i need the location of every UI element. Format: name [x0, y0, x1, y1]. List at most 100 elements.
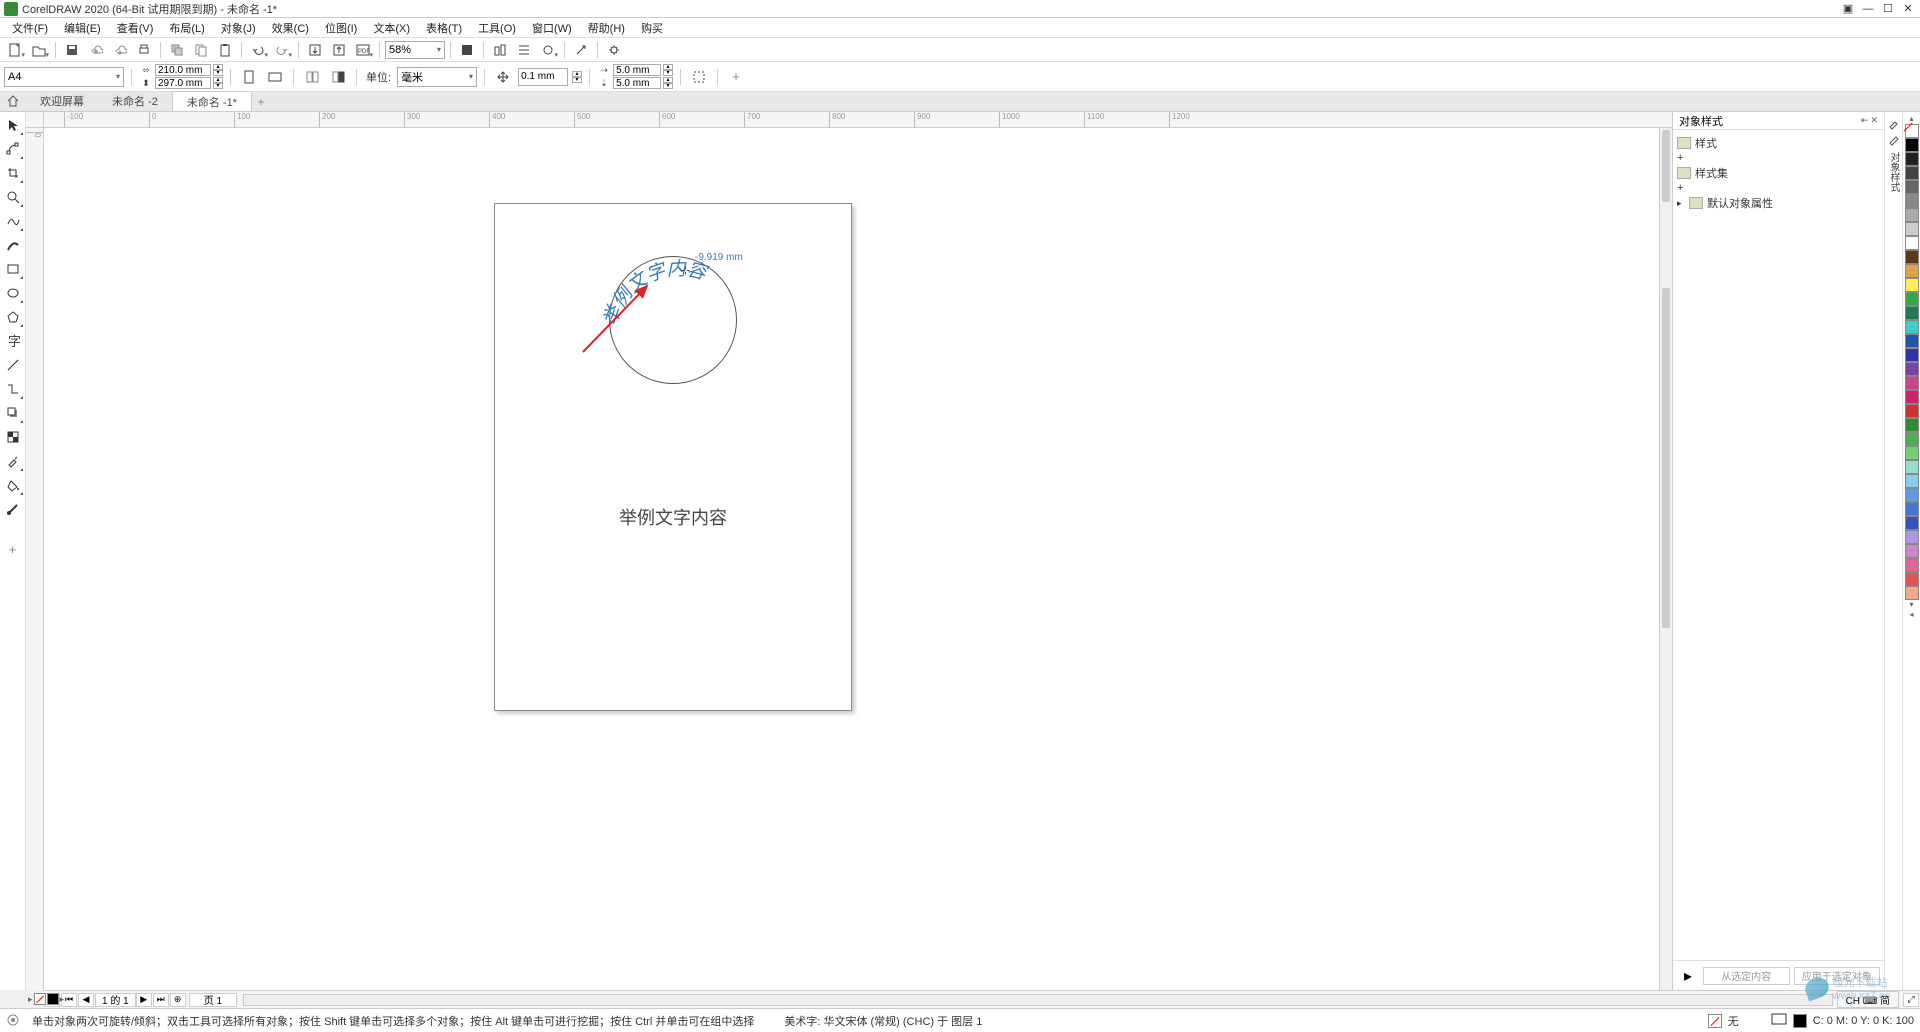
docker-collapse-icon[interactable]: ⇤ — [1861, 115, 1869, 126]
tree-node-default[interactable]: ▸默认对象属性 — [1677, 194, 1880, 212]
publish-pdf-button[interactable]: PDF — [352, 40, 374, 60]
color-swatch[interactable] — [1905, 334, 1919, 348]
cloud-up-button[interactable] — [85, 40, 107, 60]
color-swatch[interactable] — [1905, 320, 1919, 334]
align-button[interactable] — [513, 40, 535, 60]
nav-last[interactable]: ⏭ — [153, 993, 169, 1007]
page-preset-combo[interactable]: A4 — [4, 67, 124, 87]
color-swatch[interactable] — [1905, 558, 1919, 572]
height-spinner[interactable]: ▴▾ — [213, 77, 223, 89]
menu-bitmap[interactable]: 位图(I) — [317, 20, 365, 36]
tab-doc2[interactable]: 未命名 -1* — [172, 91, 252, 111]
menu-object[interactable]: 对象(J) — [213, 20, 264, 36]
color-swatch[interactable] — [1905, 292, 1919, 306]
color-swatch[interactable] — [1905, 432, 1919, 446]
dup-x-spinner[interactable]: ▴▾ — [663, 64, 673, 76]
horizontal-scrollbar[interactable] — [243, 994, 1833, 1006]
units-combo[interactable]: 毫米 — [397, 67, 477, 87]
cut-button[interactable] — [166, 40, 188, 60]
color-swatch[interactable] — [1905, 446, 1919, 460]
polygon-tool[interactable] — [2, 306, 24, 328]
color-swatch[interactable] — [1905, 306, 1919, 320]
color-swatch[interactable] — [1905, 152, 1919, 166]
ellipse-tool[interactable] — [2, 282, 24, 304]
scroll-thumb[interactable] — [1662, 130, 1670, 202]
menu-effects[interactable]: 效果(C) — [264, 20, 317, 36]
new-button[interactable] — [4, 40, 26, 60]
color-swatch[interactable] — [1905, 418, 1919, 432]
color-swatch[interactable] — [1905, 572, 1919, 586]
dup-y-spinner[interactable]: ▴▾ — [663, 77, 673, 89]
color-swatch[interactable] — [1905, 404, 1919, 418]
quick-row-right[interactable]: ▸ — [60, 994, 65, 1005]
color-swatch[interactable] — [1905, 516, 1919, 530]
color-swatch[interactable] — [1905, 250, 1919, 264]
color-swatch[interactable] — [1905, 376, 1919, 390]
nav-add-after[interactable]: ⊕ — [170, 993, 186, 1007]
no-color-swatch[interactable] — [1905, 124, 1919, 138]
color-swatch[interactable] — [1905, 208, 1919, 222]
expand-icon[interactable]: ▸ — [1677, 198, 1685, 209]
color-swatch[interactable] — [1905, 460, 1919, 474]
outline-indicator-icon[interactable] — [1771, 1013, 1787, 1029]
horizontal-ruler[interactable]: -100 0 100 200 300 400 500 600 700 800 9… — [44, 112, 1672, 128]
color-swatch[interactable] — [1905, 530, 1919, 544]
zoom-tool[interactable] — [2, 186, 24, 208]
launch-button[interactable] — [570, 40, 592, 60]
color-swatch[interactable] — [1905, 236, 1919, 250]
tree-node-styleset[interactable]: 样式集 — [1677, 164, 1880, 182]
open-button[interactable] — [28, 40, 50, 60]
treat-as-filled-button[interactable] — [688, 67, 710, 87]
menu-file[interactable]: 文件(F) — [4, 20, 56, 36]
paste-button[interactable] — [214, 40, 236, 60]
zoom-level-combo[interactable]: 58% — [385, 41, 445, 59]
artistic-media-tool[interactable] — [2, 234, 24, 256]
options-button[interactable] — [603, 40, 625, 60]
from-selection-button[interactable]: 从选定内容 — [1703, 967, 1790, 985]
color-swatch[interactable] — [1905, 222, 1919, 236]
palette-flyout-button[interactable]: ◂ — [1905, 610, 1919, 620]
cloud-down-button[interactable] — [109, 40, 131, 60]
portrait-button[interactable] — [238, 67, 260, 87]
eyedropper-small-icon[interactable] — [1887, 116, 1901, 130]
crop-tool[interactable] — [2, 162, 24, 184]
add-style-button[interactable]: + — [1677, 152, 1683, 164]
add-tab-button[interactable]: + — [252, 93, 270, 111]
color-swatch[interactable] — [1905, 180, 1919, 194]
dup-y-input[interactable] — [613, 77, 661, 89]
color-swatch[interactable] — [1905, 544, 1919, 558]
outline-tool[interactable] — [2, 498, 24, 520]
register-icon[interactable]: ▣ — [1840, 2, 1856, 16]
tree-node-style[interactable]: 样式 — [1677, 134, 1880, 152]
menu-text[interactable]: 文本(X) — [365, 20, 418, 36]
all-pages-button[interactable] — [301, 67, 323, 87]
dup-x-input[interactable] — [613, 64, 661, 76]
fullscreen-preview-button[interactable] — [456, 40, 478, 60]
color-swatch[interactable] — [1905, 348, 1919, 362]
nav-next[interactable]: ▶ — [136, 993, 152, 1007]
save-button[interactable] — [61, 40, 83, 60]
rectangle-tool[interactable] — [2, 258, 24, 280]
export-button[interactable] — [328, 40, 350, 60]
close-button[interactable]: ✕ — [1900, 2, 1916, 16]
color-swatch[interactable] — [1905, 138, 1919, 152]
fill-indicator[interactable] — [1708, 1014, 1722, 1028]
vertical-ruler[interactable]: 0 — [26, 128, 44, 990]
page-width-input[interactable] — [155, 64, 211, 76]
quick-swatch-black[interactable] — [47, 993, 59, 1005]
menu-view[interactable]: 查看(V) — [109, 20, 162, 36]
drawing-canvas[interactable]: 举例文字内容 ⊹ -9.919 mm 举例文字内容 — [44, 128, 1672, 990]
docker-tab-label[interactable]: 对象样式 — [1886, 152, 1901, 192]
color-swatch[interactable] — [1905, 194, 1919, 208]
tab-doc1[interactable]: 未命名 -2 — [98, 91, 172, 111]
docker-close-icon[interactable]: ✕ — [1870, 115, 1878, 126]
menu-help[interactable]: 帮助(H) — [580, 20, 633, 36]
color-swatch[interactable] — [1905, 362, 1919, 376]
landscape-button[interactable] — [264, 67, 286, 87]
undo-button[interactable] — [247, 40, 269, 60]
import-button[interactable] — [304, 40, 326, 60]
current-page-button[interactable] — [327, 67, 349, 87]
toolbox-add[interactable]: + — [2, 538, 24, 560]
color-swatch[interactable] — [1905, 390, 1919, 404]
color-swatch[interactable] — [1905, 166, 1919, 180]
